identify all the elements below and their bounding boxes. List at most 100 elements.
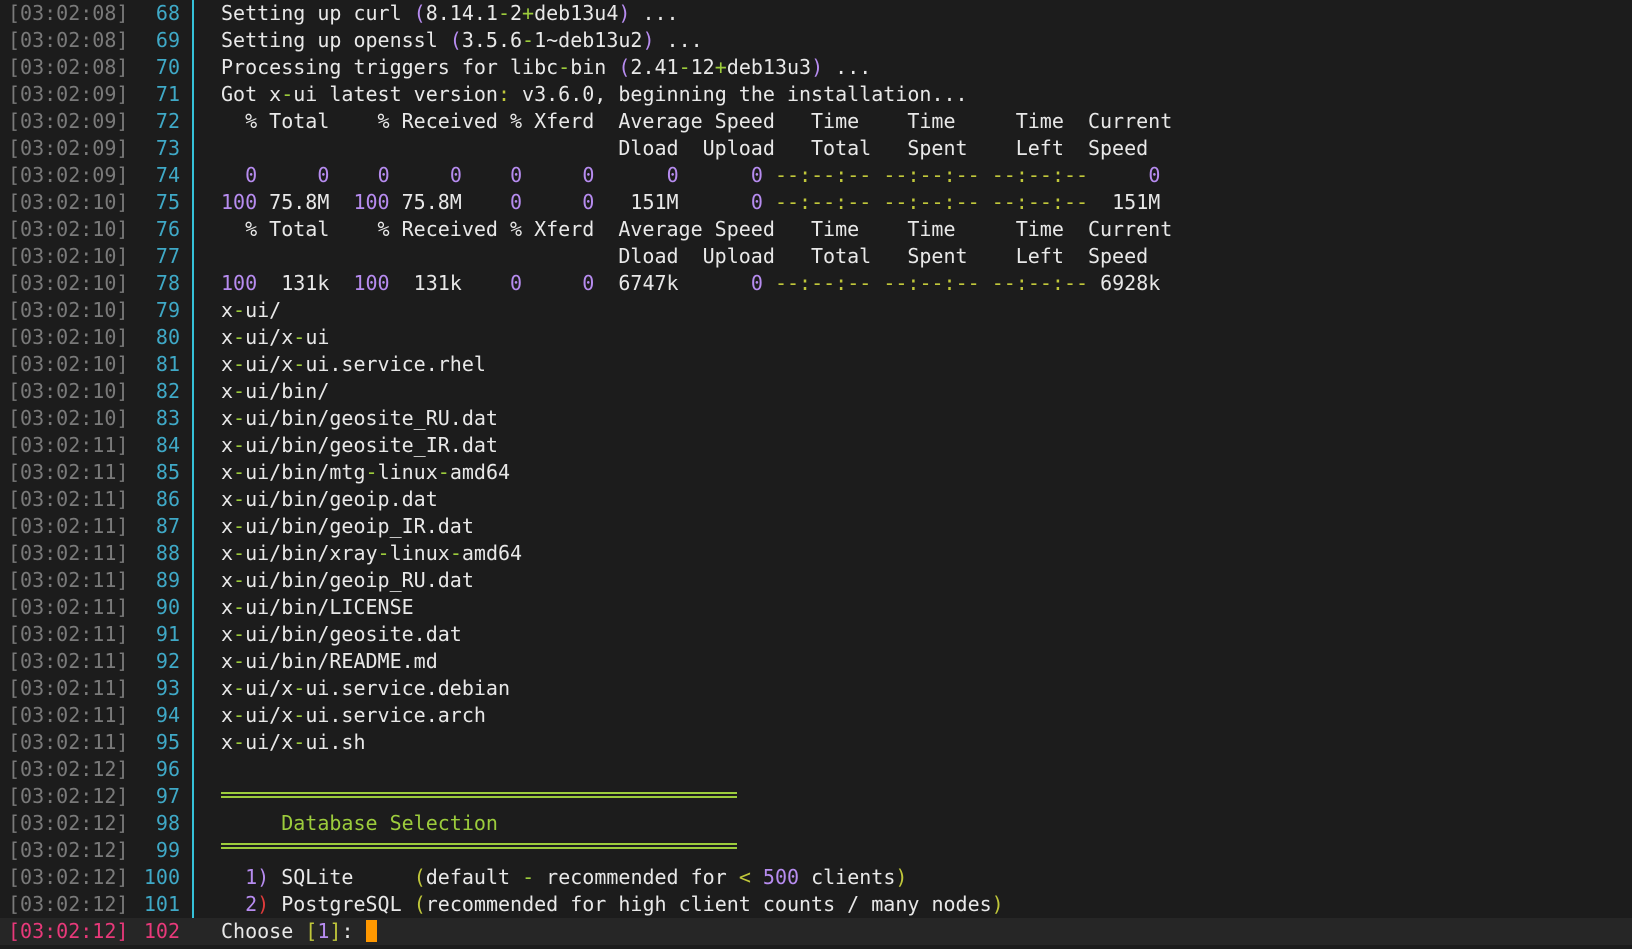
timestamp: [03:02:11]	[8, 487, 129, 511]
line-number: 94	[155, 703, 180, 727]
log-line: [03:02:11] 94 x-ui/x-ui.service.arch	[0, 702, 1632, 729]
log-line: [03:02:12] 96	[0, 756, 1632, 783]
curl-header: % Total % Received % Xferd Average Speed…	[221, 109, 1173, 133]
timestamp: [03:02:12]	[8, 784, 129, 808]
file-path: x-ui/bin/geosite_RU.dat	[221, 406, 498, 430]
timestamp: [03:02:10]	[8, 352, 129, 376]
file-path: x-ui/bin/README.md	[221, 649, 438, 673]
line-number: 97	[155, 784, 180, 808]
line-number: 92	[155, 649, 180, 673]
line-number: 95	[155, 730, 180, 754]
timestamp: [03:02:11]	[8, 568, 129, 592]
text-cursor	[365, 920, 377, 942]
log-line: [03:02:12] 101 2) PostgreSQL (recommende…	[0, 891, 1632, 918]
log-line: [03:02:12] 100 1) SQLite (default - reco…	[0, 864, 1632, 891]
line-number: 69	[155, 28, 180, 52]
log-text: Processing triggers for libc-bin (2.41-1…	[221, 55, 872, 79]
timestamp: [03:02:10]	[8, 379, 129, 403]
line-number: 79	[155, 298, 180, 322]
log-line: [03:02:10] 78 100 131k 100 131k 0 0 6747…	[0, 270, 1632, 297]
line-number: 80	[155, 325, 180, 349]
line-number: 102	[143, 919, 180, 943]
line-number: 71	[155, 82, 180, 106]
line-number: 72	[155, 109, 180, 133]
curl-header: Dload Upload Total Spent Left Speed	[221, 136, 1149, 160]
curl-progress: 0 0 0 0 0 0 0 0 --:--:-- --:--:-- --:--:…	[245, 163, 1161, 187]
timestamp: [03:02:08]	[8, 55, 129, 79]
log-line: [03:02:11] 93 x-ui/x-ui.service.debian	[0, 675, 1632, 702]
line-number: 83	[155, 406, 180, 430]
curl-progress: 100 75.8M 100 75.8M 0 0 151M 0 --:--:-- …	[221, 190, 1161, 214]
timestamp: [03:02:12]	[8, 865, 129, 889]
timestamp: [03:02:11]	[8, 676, 129, 700]
file-path: x-ui/x-ui.service.debian	[221, 676, 511, 700]
log-line: [03:02:10] 82 x-ui/bin/	[0, 378, 1632, 405]
log-line: [03:02:11] 88 x-ui/bin/xray-linux-amd64	[0, 540, 1632, 567]
file-path: x-ui/x-ui.service.arch	[221, 703, 486, 727]
line-number: 91	[155, 622, 180, 646]
timestamp: [03:02:10]	[8, 298, 129, 322]
line-number: 96	[155, 757, 180, 781]
line-number: 77	[155, 244, 180, 268]
line-number: 86	[155, 487, 180, 511]
log-line: [03:02:10] 80 x-ui/x-ui	[0, 324, 1632, 351]
file-path: x-ui/bin/geoip_IR.dat	[221, 514, 474, 538]
log-line: [03:02:12] 99	[0, 837, 1632, 864]
timestamp: [03:02:09]	[8, 82, 129, 106]
curl-progress: 100 131k 100 131k 0 0 6747k 0 --:--:-- -…	[221, 271, 1161, 295]
log-line: [03:02:11] 85 x-ui/bin/mtg-linux-amd64	[0, 459, 1632, 486]
log-line-current[interactable]: [03:02:12] 102 Choose [1]:	[0, 918, 1632, 945]
log-line: [03:02:10] 79 x-ui/	[0, 297, 1632, 324]
log-text: Setting up openssl (3.5.6-1~deb13u2) ...	[221, 28, 703, 52]
file-path: x-ui/bin/geoip_RU.dat	[221, 568, 474, 592]
timestamp: [03:02:09]	[8, 163, 129, 187]
section-title: Database Selection	[221, 811, 498, 835]
file-path: x-ui/	[221, 298, 282, 322]
log-line: [03:02:11] 95 x-ui/x-ui.sh	[0, 729, 1632, 756]
log-line: [03:02:08] 70 Processing triggers for li…	[0, 54, 1632, 81]
log-text: Got x-ui latest version: v3.6.0, beginni…	[221, 82, 968, 106]
log-line: [03:02:09] 73 Dload Upload Total Spent L…	[0, 135, 1632, 162]
log-line: [03:02:10] 81 x-ui/x-ui.service.rhel	[0, 351, 1632, 378]
timestamp: [03:02:10]	[8, 325, 129, 349]
timestamp: [03:02:10]	[8, 406, 129, 430]
log-line: [03:02:11] 90 x-ui/bin/LICENSE	[0, 594, 1632, 621]
log-line: [03:02:11] 84 x-ui/bin/geosite_IR.dat	[0, 432, 1632, 459]
separator-rule	[221, 792, 737, 798]
timestamp: [03:02:11]	[8, 514, 129, 538]
timestamp: [03:02:11]	[8, 622, 129, 646]
timestamp: [03:02:12]	[8, 838, 129, 862]
file-path: x-ui/bin/geosite.dat	[221, 622, 462, 646]
option-sqlite: 1) SQLite (default - recommended for < 5…	[245, 865, 908, 889]
file-path: x-ui/bin/geoip.dat	[221, 487, 438, 511]
option-postgresql: 2) PostgreSQL (recommended for high clie…	[245, 892, 1004, 916]
line-number: 82	[155, 379, 180, 403]
line-number: 70	[155, 55, 180, 79]
log-text: Setting up curl (8.14.1-2+deb13u4) ...	[221, 1, 679, 25]
timestamp: [03:02:12]	[8, 892, 129, 916]
line-number: 90	[155, 595, 180, 619]
log-line: [03:02:11] 87 x-ui/bin/geoip_IR.dat	[0, 513, 1632, 540]
timestamp: [03:02:11]	[8, 433, 129, 457]
timestamp: [03:02:11]	[8, 595, 129, 619]
log-line: [03:02:10] 83 x-ui/bin/geosite_RU.dat	[0, 405, 1632, 432]
timestamp: [03:02:11]	[8, 541, 129, 565]
log-line: [03:02:09] 71 Got x-ui latest version: v…	[0, 81, 1632, 108]
line-number: 89	[155, 568, 180, 592]
log-line: [03:02:11] 86 x-ui/bin/geoip.dat	[0, 486, 1632, 513]
line-number: 101	[143, 892, 180, 916]
timestamp: [03:02:10]	[8, 217, 129, 241]
prompt[interactable]: Choose [1]:	[221, 918, 377, 945]
timestamp: [03:02:11]	[8, 703, 129, 727]
terminal-window[interactable]: [03:02:08] 68 Setting up curl (8.14.1-2+…	[0, 0, 1632, 949]
timestamp: [03:02:09]	[8, 136, 129, 160]
line-number: 73	[155, 136, 180, 160]
timestamp: [03:02:08]	[8, 28, 129, 52]
line-number: 84	[155, 433, 180, 457]
file-path: x-ui/bin/LICENSE	[221, 595, 414, 619]
line-number: 87	[155, 514, 180, 538]
timestamp: [03:02:10]	[8, 244, 129, 268]
line-number: 88	[155, 541, 180, 565]
timestamp: [03:02:09]	[8, 109, 129, 133]
file-path: x-ui/bin/	[221, 379, 330, 403]
